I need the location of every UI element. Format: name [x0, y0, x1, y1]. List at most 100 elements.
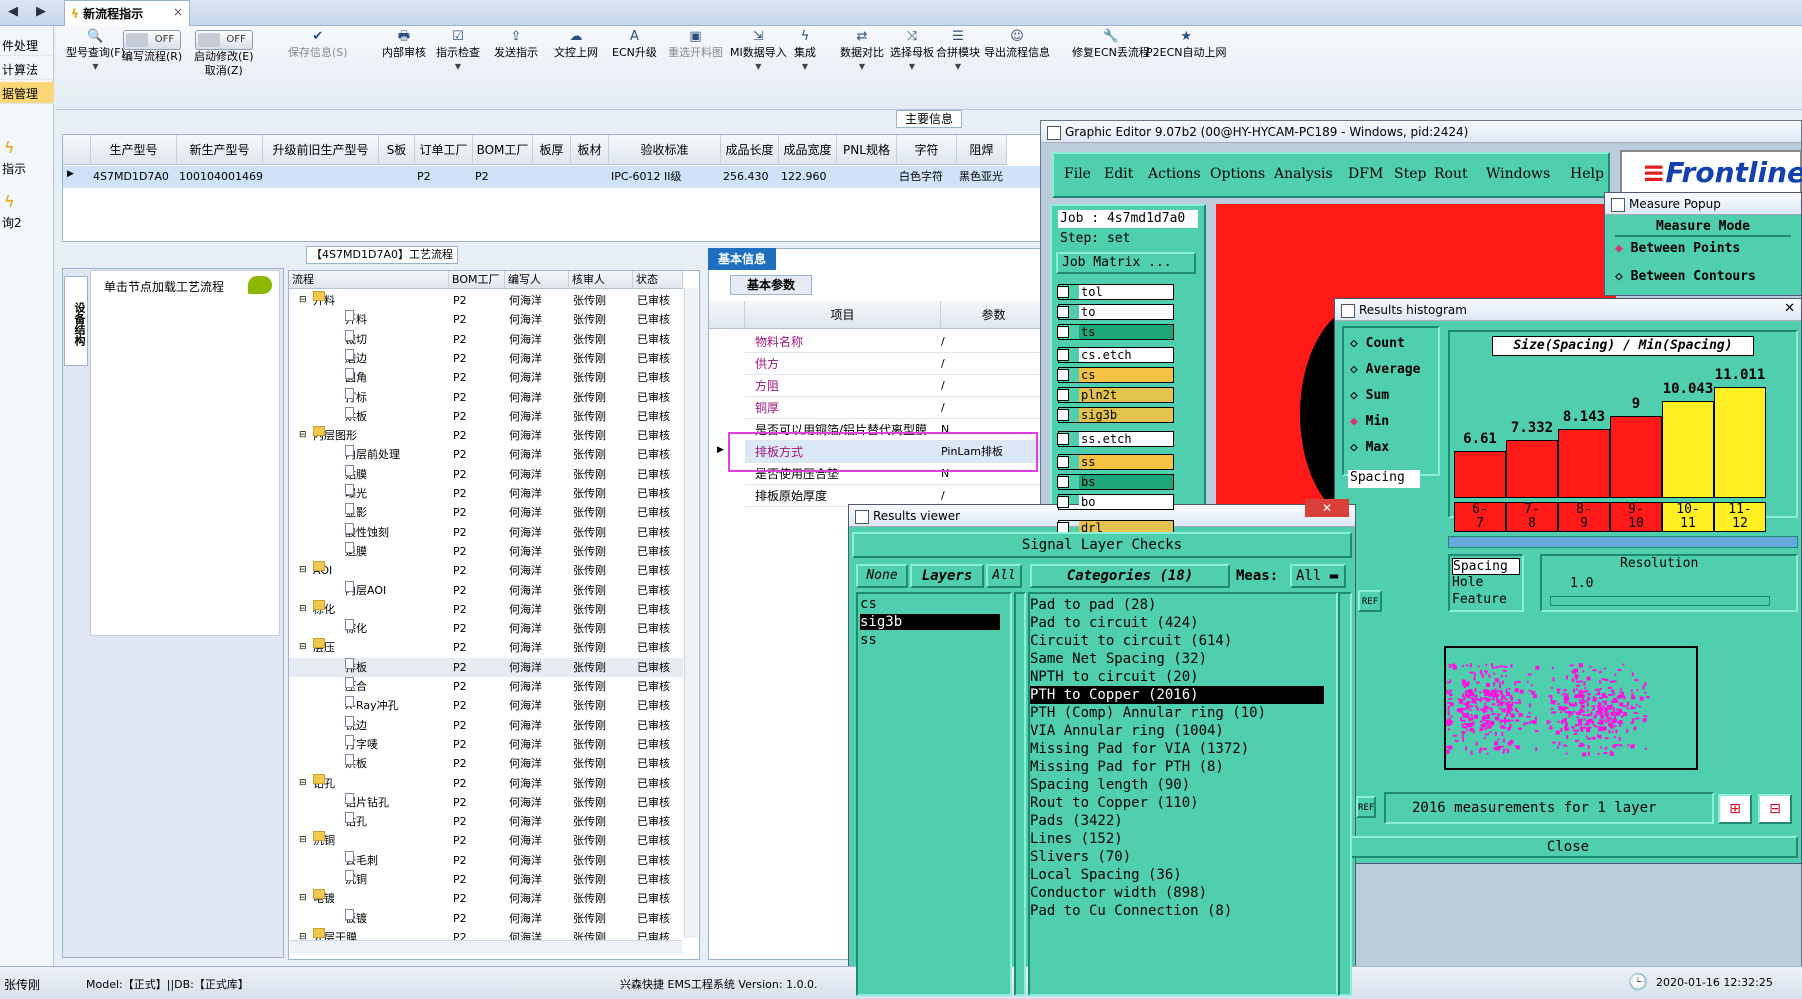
- toolbar-button-7[interactable]: ⇪ 发送指示: [494, 30, 538, 60]
- param-value[interactable]: /: [941, 331, 945, 353]
- category-item[interactable]: Circuit to circuit (614): [1030, 632, 1232, 650]
- collapse-toggle-icon[interactable]: ⊟: [299, 561, 307, 580]
- layer-row[interactable]: sig3b: [1057, 406, 1174, 423]
- toolbar-button-9[interactable]: A ECN升级: [612, 30, 657, 60]
- toolbar-button-15[interactable]: ☰ 合拼模块 ▼: [936, 30, 980, 74]
- collapse-toggle-icon[interactable]: ⊟: [299, 774, 307, 793]
- dropdown-arrow-icon[interactable]: ▼: [890, 60, 934, 74]
- tree-row[interactable]: 排板 P2 何海洋 张传刚 已审核: [289, 657, 683, 677]
- layer-row[interactable]: ss.etch: [1057, 430, 1174, 447]
- collapse-toggle-icon[interactable]: ⊟: [299, 831, 307, 850]
- option-between-contours[interactable]: ◇ Between Contours: [1615, 269, 1756, 284]
- histogram-scrollbar[interactable]: [1448, 536, 1798, 548]
- measure-field[interactable]: Spacing: [1348, 470, 1420, 488]
- category-item[interactable]: Local Spacing (36): [1030, 866, 1182, 884]
- function-min[interactable]: ◆ Min: [1350, 414, 1389, 429]
- menu-edit[interactable]: Edit: [1104, 166, 1133, 182]
- close-icon[interactable]: ✕: [1784, 301, 1795, 316]
- category-item[interactable]: Missing Pad for VIA (1372): [1030, 740, 1249, 758]
- tree-row[interactable]: 内层前处理 P2 何海洋 张传刚 已审核: [289, 445, 683, 464]
- toolbar-button-8[interactable]: ☁ 文控上网: [554, 30, 598, 60]
- menu-options[interactable]: Options: [1210, 166, 1265, 182]
- tree-row[interactable]: 酸性蚀刻 P2 何海洋 张传刚 已审核: [289, 522, 683, 542]
- layer-list-item[interactable]: ss: [860, 632, 1000, 648]
- menu-windows[interactable]: Windows: [1486, 166, 1550, 182]
- category-item[interactable]: Pad to Cu Connection (8): [1030, 902, 1232, 920]
- toolbar-button-12[interactable]: ϟ 集成 ▼: [794, 30, 816, 74]
- tree-row[interactable]: 曝光 P2 何海洋 张传刚 已审核: [289, 484, 683, 503]
- layer-list-item[interactable]: cs: [860, 596, 1000, 612]
- toolbar-button-17[interactable]: 🔧 修复ECN丢流程: [1072, 30, 1150, 60]
- layer-checkbox[interactable]: [1057, 408, 1069, 421]
- category-item[interactable]: PTH to Copper (2016): [1030, 686, 1324, 704]
- toolbar-button-2[interactable]: OFF 编写流程(R): [122, 30, 182, 64]
- param-value[interactable]: /: [941, 375, 945, 397]
- resolution-slider[interactable]: [1550, 596, 1770, 606]
- collapse-toggle-icon[interactable]: ⊟: [299, 426, 307, 445]
- toggle-switch[interactable]: OFF: [194, 30, 253, 50]
- tree-row[interactable]: 沉铜 P2 何海洋 张传刚 已审核: [289, 870, 683, 889]
- nav-item-algorithm[interactable]: 计算法: [0, 58, 54, 80]
- dropdown-arrow-icon[interactable]: ▼: [794, 60, 816, 74]
- layer-row[interactable]: bs: [1057, 474, 1174, 491]
- toolbar-button-6[interactable]: ☑ 指示检查 ▼: [436, 30, 480, 74]
- layer-checkbox[interactable]: [1057, 432, 1069, 445]
- tree-row[interactable]: 板镀 P2 何海洋 张传刚 已审核: [289, 908, 683, 928]
- layer-row[interactable]: cs: [1057, 367, 1174, 384]
- tree-row[interactable]: ⊟ 内层图形 P2 何海洋 张传刚 已审核: [289, 426, 683, 445]
- layer-checkbox[interactable]: [1057, 349, 1069, 362]
- close-button[interactable]: Close: [1338, 836, 1798, 858]
- layer-row[interactable]: to: [1057, 303, 1174, 320]
- tree-row[interactable]: 棕化 P2 何海洋 张传刚 已审核: [289, 619, 683, 638]
- forward-icon[interactable]: ▶: [36, 4, 46, 19]
- layer-checkbox[interactable]: [1057, 305, 1069, 318]
- layer-checkbox[interactable]: [1057, 325, 1069, 338]
- layer-row[interactable]: cs.etch: [1057, 347, 1174, 364]
- category-item[interactable]: Lines (152): [1030, 830, 1123, 848]
- tree-row[interactable]: ⊟ AOI P2 何海洋 张传刚 已审核: [289, 561, 683, 580]
- tree-row[interactable]: ⊟ 棕化 P2 何海洋 张传刚 已审核: [289, 599, 683, 619]
- tree-row[interactable]: 开料 P2 何海洋 张传刚 已审核: [289, 310, 683, 329]
- tree-row[interactable]: 去毛刺 P2 何海洋 张传刚 已审核: [289, 850, 683, 870]
- collapse-toggle-icon[interactable]: ⊟: [299, 889, 307, 908]
- dropdown-arrow-icon[interactable]: ▼: [66, 60, 125, 74]
- none-button[interactable]: None: [856, 564, 908, 588]
- all-button[interactable]: All: [986, 564, 1022, 588]
- layer-row[interactable]: bo: [1057, 494, 1174, 510]
- meas-select[interactable]: All ▬: [1290, 564, 1346, 588]
- tree-row[interactable]: 显影 P2 何海洋 张传刚 已审核: [289, 503, 683, 522]
- layer-checkbox[interactable]: [1057, 496, 1069, 508]
- menu-rout[interactable]: Rout: [1434, 166, 1468, 182]
- tree-row[interactable]: 磨边 P2 何海洋 张传刚 已审核: [289, 348, 683, 368]
- toolbar-button-11[interactable]: ⇲ MI数据导入 ▼: [730, 30, 787, 74]
- job-matrix-button[interactable]: Job Matrix ...: [1056, 252, 1196, 274]
- category-item[interactable]: Missing Pad for PTH (8): [1030, 758, 1224, 776]
- menu-analysis[interactable]: Analysis: [1274, 166, 1333, 182]
- tree-row[interactable]: 贴膜 P2 何海洋 张传刚 已审核: [289, 464, 683, 484]
- tree-row[interactable]: ⊟ 沉铜 P2 何海洋 张传刚 已审核: [289, 831, 683, 850]
- param-row[interactable]: 供方 /: [745, 353, 1047, 375]
- layer-list-scrollbar[interactable]: [1014, 592, 1026, 996]
- category-item[interactable]: Pads (3422): [1030, 812, 1123, 830]
- layer-list-item[interactable]: sig3b: [860, 614, 1000, 630]
- back-icon[interactable]: ◀: [8, 4, 18, 19]
- tab-close-icon[interactable]: ×: [173, 5, 183, 19]
- param-row[interactable]: 方阻 /: [745, 375, 1047, 397]
- category-item[interactable]: Rout to Copper (110): [1030, 794, 1199, 812]
- tree-row[interactable]: X-Ray冲孔 P2 何海洋 张传刚 已审核: [289, 696, 683, 715]
- toolbar-button-5[interactable]: 🖶 内部审核: [382, 30, 426, 60]
- category-item[interactable]: PTH (Comp) Annular ring (10): [1030, 704, 1266, 722]
- param-value[interactable]: /: [941, 353, 945, 375]
- dropdown-arrow-icon[interactable]: ▼: [436, 60, 480, 74]
- equipment-structure-tab[interactable]: 设备结构: [64, 276, 88, 366]
- dropdown-arrow-icon[interactable]: ▼: [730, 60, 787, 74]
- tree-row[interactable]: 铝片钻孔 P2 何海洋 张传刚 已审核: [289, 792, 683, 812]
- menu-actions[interactable]: Actions: [1148, 166, 1201, 182]
- tree-row[interactable]: ⊟ 电镀 P2 何海洋 张传刚 已审核: [289, 889, 683, 908]
- tree-row[interactable]: 打字唛 P2 何海洋 张传刚 已审核: [289, 734, 683, 754]
- category-item[interactable]: Conductor width (898): [1030, 884, 1207, 902]
- toolbar-button-16[interactable]: ☺ 导出流程信息: [984, 30, 1050, 60]
- menu-help[interactable]: Help: [1570, 166, 1604, 182]
- tree-row[interactable]: 烘板 P2 何海洋 张传刚 已审核: [289, 406, 683, 426]
- category-item[interactable]: Slivers (70): [1030, 848, 1131, 866]
